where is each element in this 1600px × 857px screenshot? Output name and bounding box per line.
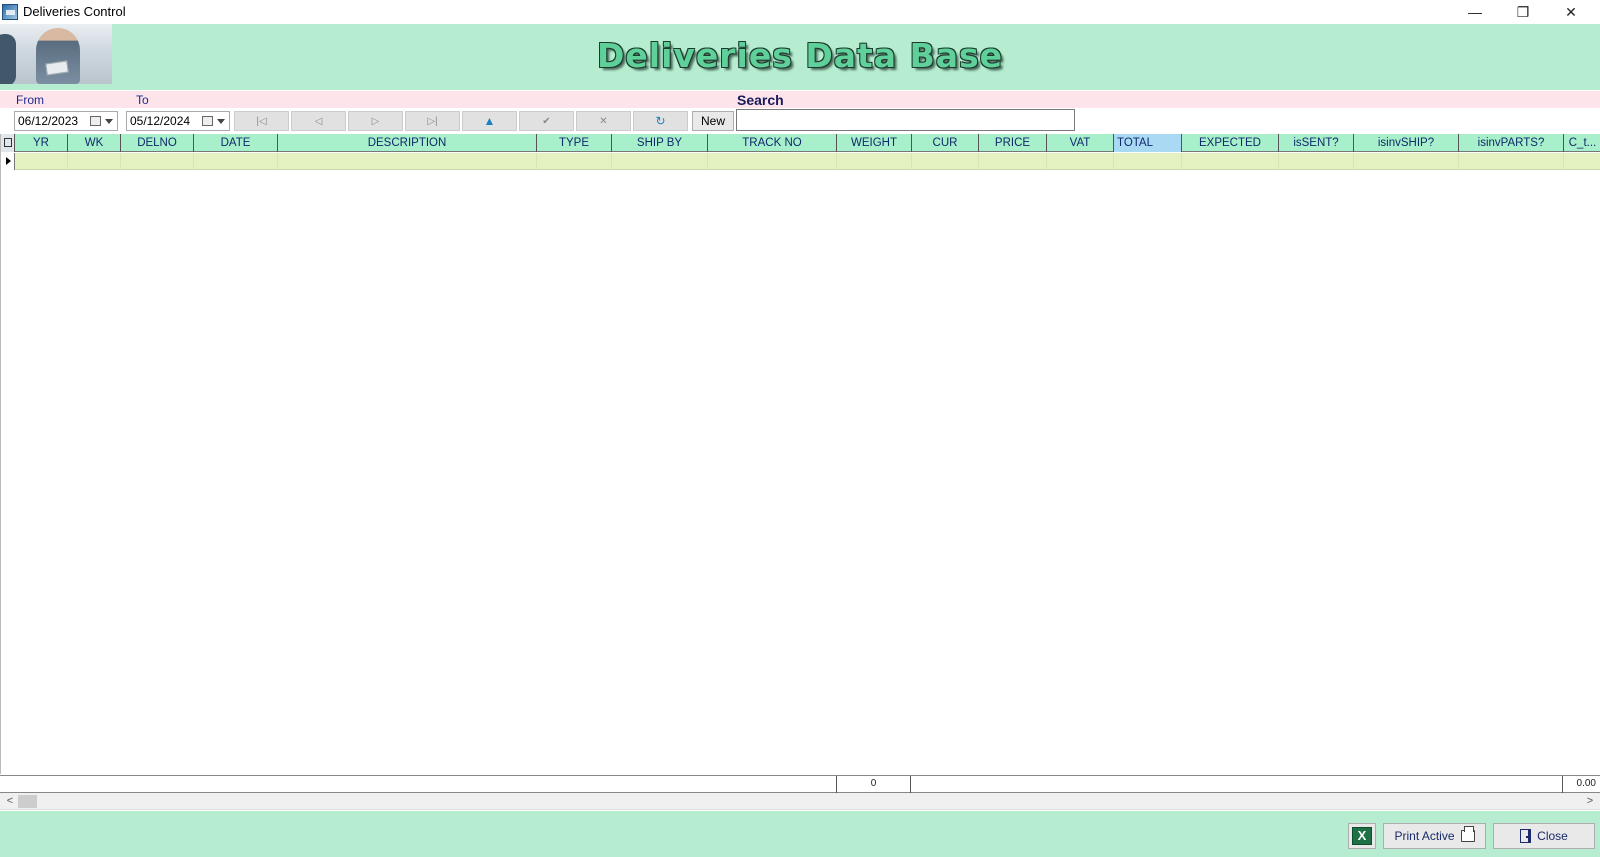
column-header-type[interactable]: TYPE [537, 134, 612, 152]
footer-total-sum: 0.00 [1562, 776, 1600, 793]
scrollbar-thumb[interactable] [18, 795, 37, 808]
grid-header: YR WK DELNO DATE DESCRIPTION TYPE SHIP B… [1, 134, 1600, 152]
column-header-vat[interactable]: VAT [1047, 134, 1114, 152]
column-header-yr[interactable]: YR [15, 134, 68, 152]
nav-cancel-button[interactable]: ✕ [576, 111, 631, 131]
table-cell[interactable] [612, 153, 708, 170]
column-header-cur[interactable]: CUR [912, 134, 979, 152]
from-date-value: 06/12/2023 [18, 114, 79, 128]
export-excel-button[interactable]: X [1348, 823, 1376, 849]
scroll-left-icon[interactable]: < [2, 794, 18, 809]
table-cell[interactable] [121, 153, 194, 170]
horizontal-scrollbar[interactable]: < > [0, 793, 1600, 810]
table-cell[interactable] [837, 153, 912, 170]
table-cell[interactable] [194, 153, 278, 170]
column-header-c-t[interactable]: C_t... [1564, 134, 1600, 152]
column-header-isinvship[interactable]: isinvSHIP? [1354, 134, 1459, 152]
column-header-ship-by[interactable]: SHIP BY [612, 134, 708, 152]
table-cell[interactable] [708, 153, 837, 170]
current-row-indicator-icon [1, 153, 15, 170]
check-icon: ✔ [542, 115, 551, 127]
edit-icon: ▲ [483, 114, 496, 128]
excel-icon: X [1352, 827, 1372, 845]
print-active-button[interactable]: Print Active [1383, 823, 1486, 849]
bottom-bar: X Print Active Close [0, 811, 1600, 857]
table-cell[interactable] [15, 153, 68, 170]
table-row[interactable] [1, 153, 1600, 170]
scroll-right-icon[interactable]: > [1582, 794, 1598, 809]
footer-weight-total: 0 [836, 776, 911, 793]
from-label: From [16, 93, 44, 107]
new-button[interactable]: New [692, 111, 734, 131]
refresh-icon: ↻ [655, 114, 666, 128]
table-cell[interactable] [537, 153, 612, 170]
to-date-picker[interactable]: 05/12/2024 [126, 111, 230, 131]
grid-footer: 0 0.00 [0, 775, 1600, 793]
door-exit-icon [1520, 829, 1532, 843]
page-title: Deliveries Data Base [596, 36, 1004, 75]
table-cell[interactable] [68, 153, 121, 170]
chevron-down-icon[interactable] [105, 119, 113, 124]
nav-post-button[interactable]: ✔ [519, 111, 574, 131]
column-header-price[interactable]: PRICE [979, 134, 1047, 152]
column-header-date[interactable]: DATE [194, 134, 278, 152]
close-window-button[interactable]: ✕ [1548, 0, 1594, 24]
print-active-label: Print Active [1394, 829, 1455, 843]
nav-prior-button[interactable]: ◁ [291, 111, 346, 131]
restore-button[interactable]: ❐ [1500, 0, 1546, 24]
first-record-icon: |◁ [256, 115, 267, 127]
table-cell[interactable] [1047, 153, 1114, 170]
cancel-icon: ✕ [599, 115, 608, 127]
nav-first-button[interactable]: |◁ [234, 111, 289, 131]
column-header-wk[interactable]: WK [68, 134, 121, 152]
close-label: Close [1537, 829, 1568, 843]
table-cell[interactable] [1564, 153, 1600, 170]
search-label: Search [737, 92, 784, 108]
nav-next-button[interactable]: ▷ [348, 111, 403, 131]
table-cell[interactable] [979, 153, 1047, 170]
table-cell[interactable] [278, 153, 537, 170]
search-input[interactable] [736, 109, 1075, 131]
column-header-description[interactable]: DESCRIPTION [278, 134, 537, 152]
table-cell[interactable] [912, 153, 979, 170]
column-header-track-no[interactable]: TRACK NO [708, 134, 837, 152]
printer-icon [1460, 826, 1475, 842]
calendar-icon[interactable] [90, 116, 101, 126]
nav-refresh-button[interactable]: ↻ [633, 111, 688, 131]
table-cell[interactable] [1182, 153, 1279, 170]
chevron-down-icon[interactable] [217, 119, 225, 124]
from-date-picker[interactable]: 06/12/2023 [14, 111, 118, 131]
to-date-value: 05/12/2024 [130, 114, 191, 128]
filter-label-strip: From To Search [0, 91, 1600, 108]
table-cell[interactable] [1354, 153, 1459, 170]
minimize-button[interactable]: — [1452, 0, 1498, 24]
toolbar: 06/12/2023 05/12/2024 |◁ ◁ ▷ ▷| ▲ ✔ ✕ ↻ … [0, 108, 1600, 132]
prior-record-icon: ◁ [314, 115, 323, 127]
title-bar: Deliveries Control — ❐ ✕ [0, 0, 1600, 24]
column-header-total[interactable]: TOTAL [1114, 134, 1182, 152]
last-record-icon: ▷| [427, 115, 438, 127]
header-banner: Deliveries Data Base [0, 24, 1600, 90]
calendar-icon[interactable] [202, 116, 213, 126]
close-button[interactable]: Close [1493, 823, 1595, 849]
next-record-icon: ▷ [371, 115, 380, 127]
app-icon [2, 4, 18, 20]
grid-corner-icon[interactable] [1, 134, 15, 152]
nav-last-button[interactable]: ▷| [405, 111, 460, 131]
table-cell[interactable] [1279, 153, 1354, 170]
column-header-expected[interactable]: EXPECTED [1182, 134, 1279, 152]
column-header-weight[interactable]: WEIGHT [837, 134, 912, 152]
deliveries-grid: YR WK DELNO DATE DESCRIPTION TYPE SHIP B… [0, 134, 1600, 774]
column-header-delno[interactable]: DELNO [121, 134, 194, 152]
column-header-isinvparts[interactable]: isinvPARTS? [1459, 134, 1564, 152]
column-header-issent[interactable]: isSENT? [1279, 134, 1354, 152]
window-title: Deliveries Control [23, 4, 126, 19]
nav-edit-button[interactable]: ▲ [462, 111, 517, 131]
table-cell[interactable] [1114, 153, 1182, 170]
to-label: To [136, 93, 149, 107]
table-cell[interactable] [1459, 153, 1564, 170]
deliveries-control-window: Deliveries Control — ❐ ✕ Deliveries Data… [0, 0, 1600, 857]
